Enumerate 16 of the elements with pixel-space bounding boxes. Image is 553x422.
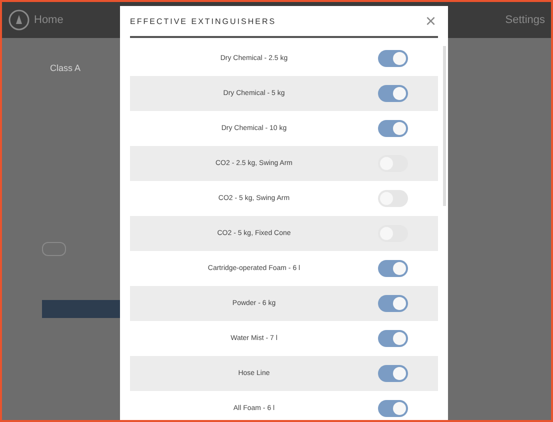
toggle-switch[interactable]: [378, 400, 408, 417]
toggle-switch[interactable]: [42, 242, 66, 256]
logo-icon: [8, 9, 30, 31]
modal-title: EFFECTIVE EXTINGUISHERS: [130, 16, 276, 26]
toggle-switch[interactable]: [378, 85, 408, 102]
settings-link[interactable]: Settings: [505, 14, 545, 26]
toggle-switch[interactable]: [378, 50, 408, 67]
toggle-switch[interactable]: [378, 120, 408, 137]
action-button[interactable]: [42, 300, 122, 318]
toggle-switch[interactable]: [378, 295, 408, 312]
breadcrumb-link[interactable]: Home: [34, 14, 64, 26]
toggle-switch[interactable]: [378, 260, 408, 277]
close-button[interactable]: ×: [423, 12, 438, 30]
toggle-switch[interactable]: [378, 190, 408, 207]
toggle-switch[interactable]: [378, 330, 408, 347]
toggle-switch[interactable]: [378, 365, 408, 382]
